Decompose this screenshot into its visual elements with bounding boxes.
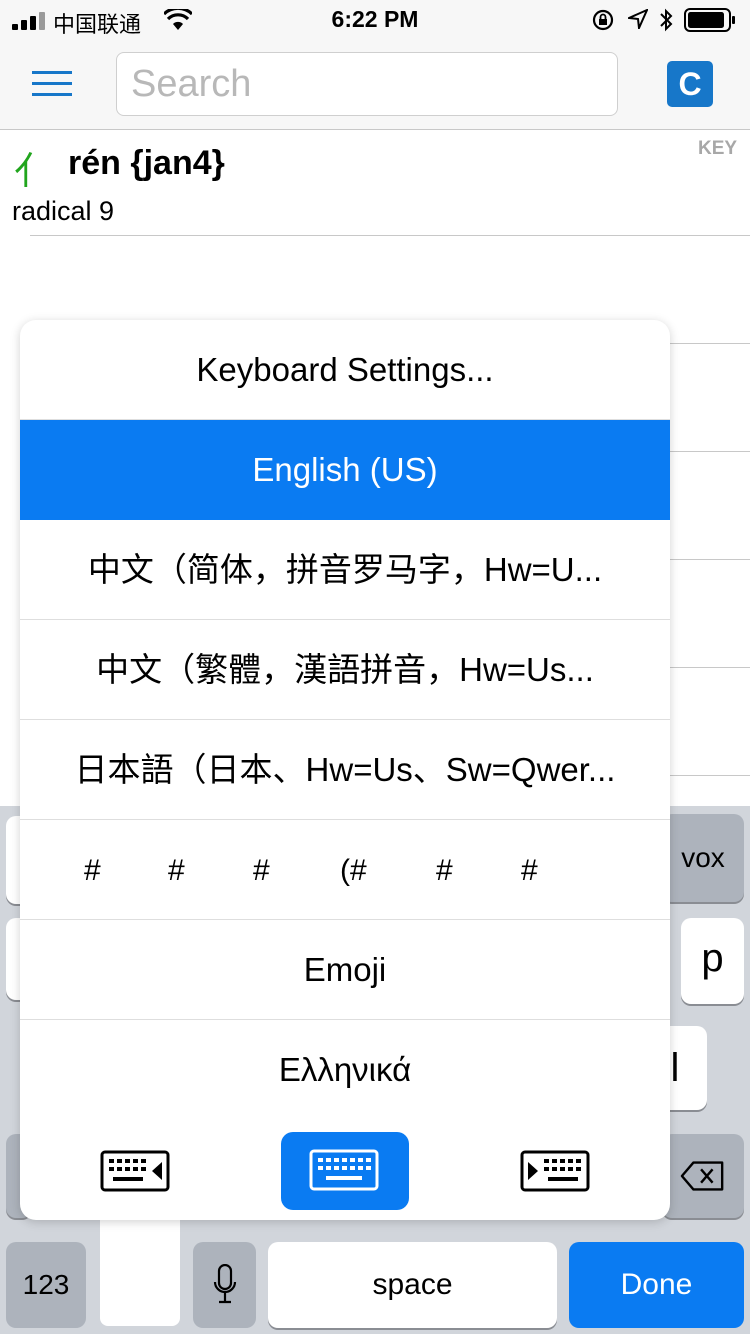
delete-key[interactable] bbox=[662, 1134, 744, 1218]
hash-glyph: # bbox=[168, 854, 185, 887]
key-label[interactable]: KEY bbox=[698, 138, 737, 160]
divider bbox=[670, 343, 750, 344]
microphone-icon bbox=[213, 1264, 237, 1304]
bluetooth-icon bbox=[660, 8, 673, 32]
entry-title[interactable]: rén {jan4} bbox=[68, 144, 225, 183]
keyboard-left-align-icon[interactable] bbox=[100, 1150, 172, 1194]
hash-glyph: # bbox=[84, 854, 101, 887]
divider bbox=[670, 451, 750, 452]
keyboard-center-button[interactable] bbox=[281, 1132, 409, 1210]
space-key[interactable]: space bbox=[268, 1242, 557, 1328]
delete-backspace-icon bbox=[680, 1161, 724, 1191]
globe-key-highlight[interactable] bbox=[100, 1210, 180, 1326]
navigation-bar: Search C bbox=[0, 40, 750, 130]
keyboard-option-greek[interactable]: Ελληνικά bbox=[20, 1020, 670, 1120]
keyboard-selection-popup: Keyboard Settings... English (US) 中文（简体，… bbox=[20, 320, 670, 1220]
keyboard-settings-item[interactable]: Keyboard Settings... bbox=[20, 320, 670, 420]
divider bbox=[30, 235, 750, 236]
rotation-lock-icon bbox=[592, 9, 614, 31]
clipboard-c-button[interactable]: C bbox=[667, 61, 713, 107]
search-input[interactable]: Search bbox=[116, 52, 618, 116]
dictation-key[interactable] bbox=[193, 1242, 256, 1328]
status-bar: 中国联通 6:22 PM bbox=[0, 0, 750, 40]
keyboard-center-icon bbox=[309, 1149, 379, 1191]
keyboard-option-english-us[interactable]: English (US) bbox=[20, 420, 670, 520]
done-key[interactable]: Done bbox=[569, 1242, 744, 1328]
location-icon bbox=[628, 9, 648, 29]
hash-glyph: # bbox=[253, 854, 270, 887]
keyboard-option-chinese-simplified[interactable]: 中文（简体，拼音罗马字，Hw=U... bbox=[20, 520, 670, 620]
hamburger-menu-icon[interactable] bbox=[32, 71, 72, 97]
numbers-key[interactable]: 123 bbox=[6, 1242, 86, 1328]
keyboard-key-vox[interactable]: vox bbox=[662, 814, 744, 902]
entry-subtitle: radical 9 bbox=[12, 196, 115, 226]
keyboard-key-p[interactable]: p bbox=[681, 918, 744, 1004]
divider bbox=[670, 559, 750, 560]
hash-glyph: # bbox=[521, 854, 538, 887]
keyboard-option-hash-row[interactable]: # # # (# # # bbox=[20, 820, 670, 920]
radical-glyph: 亻 bbox=[14, 151, 53, 193]
hash-glyph: (# bbox=[340, 854, 367, 887]
hash-glyph: # bbox=[436, 854, 453, 887]
divider bbox=[670, 667, 750, 668]
divider bbox=[670, 775, 750, 776]
keyboard-option-chinese-traditional[interactable]: 中文（繁體，漢語拼音，Hw=Us... bbox=[20, 620, 670, 720]
battery-icon bbox=[684, 8, 735, 32]
keyboard-right-align-icon[interactable] bbox=[520, 1150, 592, 1194]
keyboard-option-emoji[interactable]: Emoji bbox=[20, 920, 670, 1020]
keyboard-option-japanese[interactable]: 日本語（日本、Hw=Us、Sw=Qwer... bbox=[20, 720, 670, 820]
